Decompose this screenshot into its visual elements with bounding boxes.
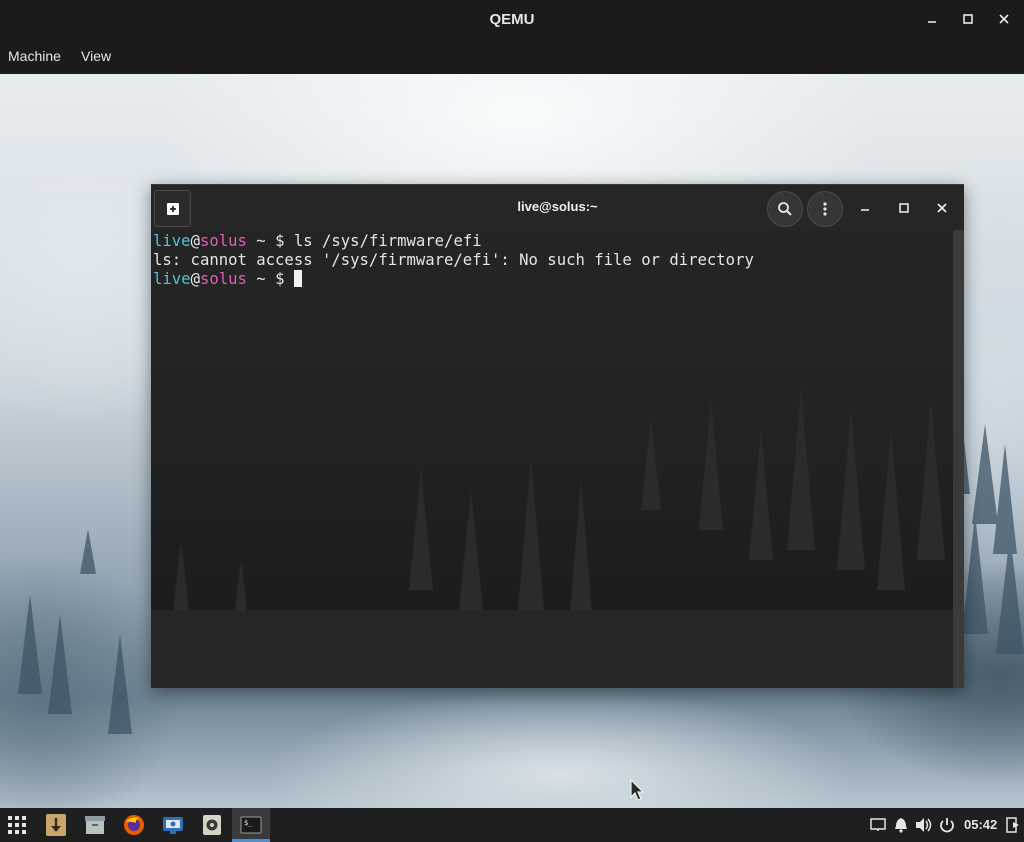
minimize-icon[interactable] — [855, 198, 875, 218]
mouse-pointer-icon — [630, 779, 645, 801]
terminal-line: ls: cannot access '/sys/firmware/efi': N… — [153, 251, 754, 269]
terminal-icon[interactable]: $_ — [236, 811, 266, 839]
prompt-host: solus — [199, 232, 247, 250]
search-icon — [778, 202, 792, 216]
prompt-at: @ — [190, 232, 200, 250]
clock[interactable]: 05:42 — [964, 817, 997, 832]
text-cursor — [293, 270, 302, 287]
prompt-at: @ — [190, 270, 200, 288]
prompt-tail: ~ $ — [246, 270, 294, 288]
menu-view[interactable]: View — [81, 48, 111, 64]
qemu-titlebar: QEMU — [0, 0, 1024, 40]
rhythmbox-icon[interactable] — [197, 811, 227, 839]
terminal-window: live@solus:~ live@solus ~ $ ls /sys/firm… — [151, 184, 964, 688]
command-text: ~ $ ls /sys/firmware/efi — [246, 232, 482, 250]
prompt-host: solus — [199, 270, 247, 288]
menu-button[interactable] — [807, 191, 843, 227]
maximize-icon[interactable] — [958, 10, 978, 30]
maximize-icon[interactable] — [894, 198, 914, 218]
downloader-icon[interactable] — [41, 811, 71, 839]
close-icon[interactable] — [932, 198, 952, 218]
terminal-output: live@solus ~ $ ls /sys/firmware/efi ls: c… — [153, 232, 754, 289]
archive-manager-icon[interactable] — [80, 811, 110, 839]
bell-icon[interactable] — [892, 816, 910, 834]
volume-icon[interactable] — [915, 816, 933, 834]
screen-recorder-icon[interactable] — [158, 811, 188, 839]
prompt-user: live — [153, 270, 191, 288]
terminal-line: live@solus ~ $ — [153, 270, 754, 289]
prompt-user: live — [153, 232, 191, 250]
taskbar: $_ 05:42 — [0, 808, 1024, 842]
terminal-viewport[interactable]: live@solus ~ $ ls /sys/firmware/efi ls: c… — [151, 230, 953, 688]
search-button[interactable] — [767, 191, 803, 227]
terminal-scrollbar[interactable] — [953, 230, 964, 688]
terminal-line: live@solus ~ $ ls /sys/firmware/efi — [153, 232, 754, 251]
terminal-background-trees — [151, 390, 953, 688]
window-title: QEMU — [489, 11, 535, 28]
power-icon[interactable] — [938, 816, 956, 834]
minimize-icon[interactable] — [922, 10, 942, 30]
menu-machine[interactable]: Machine — [8, 48, 61, 64]
svg-text:$_: $_ — [244, 819, 253, 827]
terminal-headerbar: live@solus:~ — [151, 184, 964, 231]
firefox-icon[interactable] — [119, 811, 149, 839]
close-icon[interactable] — [994, 10, 1014, 30]
raven-sidebar-icon[interactable] — [1004, 816, 1022, 834]
app-grid-icon[interactable] — [2, 811, 32, 839]
kebab-menu-icon — [823, 202, 827, 216]
qemu-menubar: Machine View — [0, 40, 1024, 74]
notification-area-icon[interactable] — [869, 816, 887, 834]
